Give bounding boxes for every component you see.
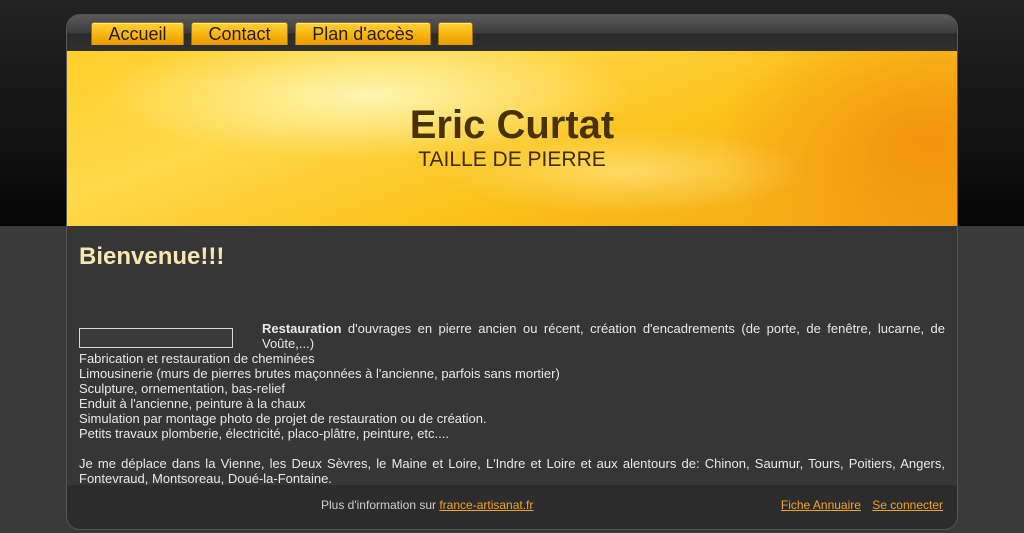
intro-rest: d'ouvrages en pierre ancien ou récent, c… <box>262 321 945 351</box>
area-paragraph: Je me déplace dans la Vienne, les Deux S… <box>79 456 945 486</box>
login-link[interactable]: Se connecter <box>872 498 943 512</box>
tab-plan-acces[interactable]: Plan d'accès <box>295 22 431 45</box>
footer-links: Fiche Annuaire Se connecter <box>773 498 943 512</box>
france-artisanat-link[interactable]: france-artisanat.fr <box>439 498 533 512</box>
page-title: Bienvenue!!! <box>79 243 225 270</box>
footer-info: Plus d'information sur france-artisanat.… <box>321 498 533 512</box>
service-line: Fabrication et restauration de cheminées <box>79 351 315 366</box>
fiche-annuaire-link[interactable]: Fiche Annuaire <box>781 498 861 512</box>
footer: Plus d'information sur france-artisanat.… <box>67 485 957 529</box>
service-line: Petits travaux plomberie, électricité, p… <box>79 426 449 441</box>
main-content: Bienvenue!!! Restauration d'ouvrages en … <box>79 237 945 486</box>
empty-input-box[interactable] <box>79 328 233 348</box>
service-line: Limousinerie (murs de pierres brutes maç… <box>79 366 560 381</box>
service-line: Enduit à l'ancienne, peinture à la chaux <box>79 396 306 411</box>
services-text: Restauration d'ouvrages en pierre ancien… <box>79 277 945 486</box>
site-title: Eric Curtat <box>409 103 615 147</box>
service-line: Simulation par montage photo de projet d… <box>79 411 487 426</box>
header-banner: Eric Curtat TAILLE DE PIERRE <box>67 51 957 226</box>
service-line: Sculpture, ornementation, bas-relief <box>79 381 285 396</box>
top-navigation: Accueil Contact Plan d'accès <box>67 15 957 51</box>
tab-contact[interactable]: Contact <box>191 22 288 45</box>
footer-info-text: Plus d'information sur <box>321 498 440 512</box>
tab-accueil[interactable]: Accueil <box>91 22 184 45</box>
tab-empty[interactable] <box>438 22 473 45</box>
page-container: Accueil Contact Plan d'accès Eric Curtat… <box>66 14 958 530</box>
intro-bold: Restauration <box>262 321 342 336</box>
site-subtitle: TAILLE DE PIERRE <box>418 148 606 171</box>
